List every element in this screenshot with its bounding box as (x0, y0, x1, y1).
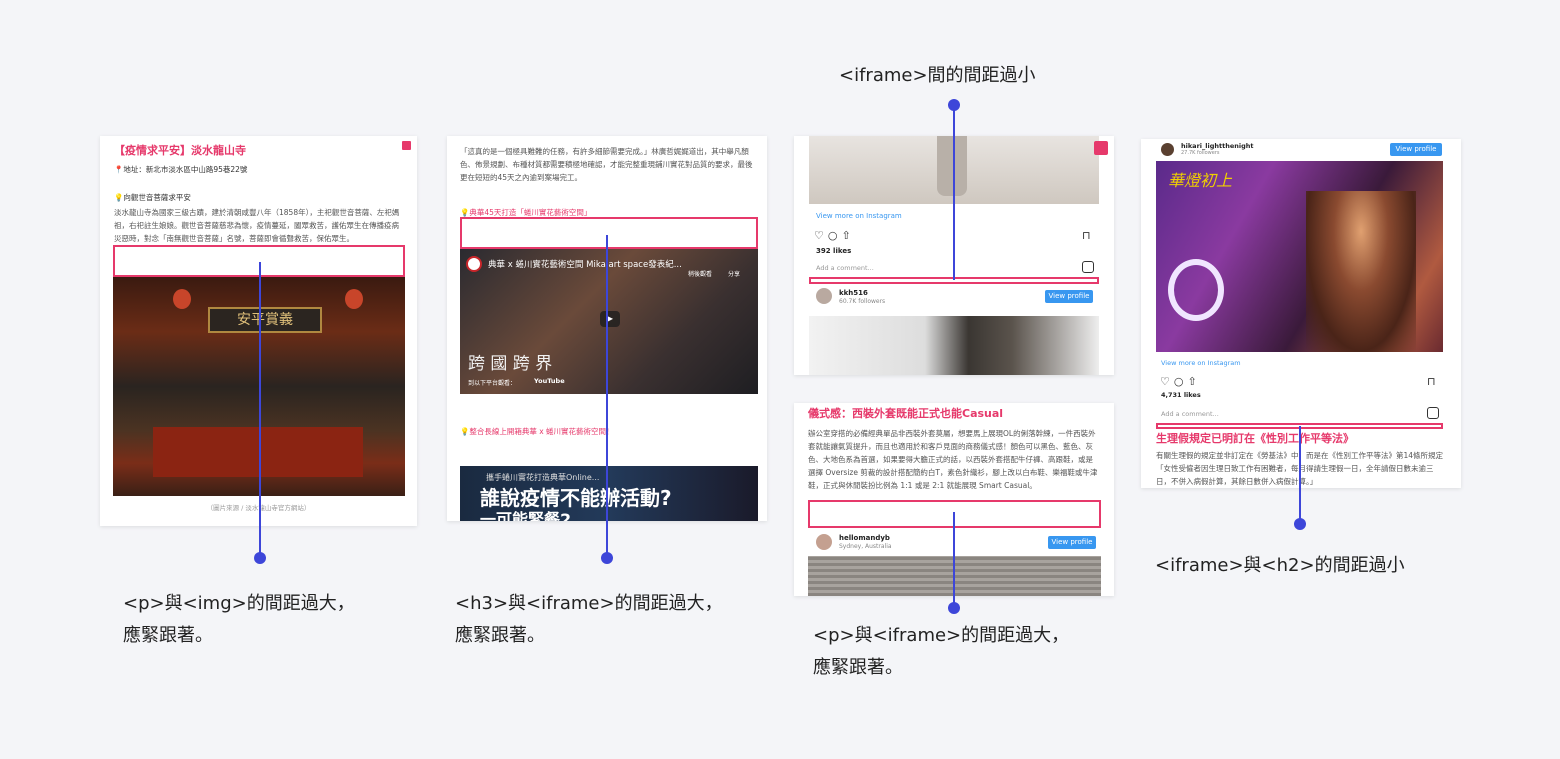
card2-video2-embed[interactable]: 攜手蜷川實花打造典華Online... 誰說疫情不能辦活動? 一可能緊餐2 (460, 466, 758, 521)
caption-p-img-gap: <p>與<img>的間距過大， 應緊跟著。 (123, 593, 355, 646)
card-hikari-instagram: hikari_lightthenight 27.7K followers Vie… (1141, 139, 1461, 488)
card3-add-comment[interactable]: Add a comment... (816, 264, 874, 272)
card2-video-overlay-text: 跨 國 跨 界 (468, 354, 553, 374)
card4-add-comment[interactable]: Add a comment... (1161, 410, 1219, 418)
youtube-logo[interactable]: YouTube (534, 377, 565, 385)
caption-iframe-h2-gap: <iframe>與<h2>的間距過小 (1155, 555, 1405, 576)
card1-paragraph: 淡水龍山寺為國家三級古蹟，建於清朝咸豐八年（1858年），主祀觀世音菩薩、左祀媽… (114, 208, 400, 243)
card2-video-title: 典華 x 蜷川實花藝術空間 Mika art space發表紀... (488, 260, 682, 270)
play-icon[interactable]: ▶ (600, 311, 620, 327)
card3-next-post-image (809, 316, 1099, 375)
card4-paragraph: 有關生理假的規定並非訂定在《勞基法》中，而是在《性別工作平等法》第14條所規定「… (1156, 451, 1444, 486)
caption-p-iframe-gap: <p>與<iframe>的間距過大， 應緊跟著。 (813, 625, 1070, 678)
card1-corner-badge (402, 141, 411, 150)
card4-username[interactable]: hikari_lightthenight (1181, 142, 1253, 150)
card4-poster-text: 華燈初上 (1168, 171, 1233, 190)
card3-view-more[interactable]: View more on Instagram (816, 212, 902, 220)
card3-username[interactable]: kkh516 (839, 289, 868, 297)
card4-action-icons[interactable]: ♡○⇧ (1160, 375, 1201, 388)
card2-watch-on: 到以下平台觀看： (468, 380, 517, 387)
card3b-location: Sydney, Australia (839, 543, 892, 550)
card1-address: 📍地址：新北市淡水區中山路95巷22號 (114, 165, 248, 174)
temple-plaque: 安平賞義 (208, 307, 322, 333)
card3-corner-badge (1094, 141, 1108, 155)
card4-woman-figure (1306, 191, 1416, 352)
connector-line-3-bottom (953, 512, 955, 608)
connector-dot-1 (254, 552, 266, 564)
card1-title: 【疫情求平安】淡水龍山寺 (114, 144, 246, 157)
card3b-view-profile-button[interactable]: View profile (1048, 536, 1096, 549)
connector-dot-2 (601, 552, 613, 564)
card3-action-icons[interactable]: ♡○⇧ (814, 229, 855, 242)
temple-altar (153, 427, 363, 477)
card4-followers: 27.7K followers (1181, 150, 1220, 156)
connector-line-3-top (953, 105, 955, 280)
card2-quote: 「這真的是一個極具難難的任務，有許多細節需要完成。」林廣哲娓娓道出，其中舉凡顏色… (460, 147, 753, 182)
card1-bullet: 💡向觀世音菩薩求平安 (114, 193, 191, 202)
card3-avatar (816, 288, 832, 304)
card4-view-profile-button[interactable]: View profile (1390, 143, 1442, 156)
card4-post-image: 華燈初上 (1156, 161, 1443, 352)
card3-followers: 60.7K followers (839, 298, 886, 305)
connector-line-4 (1299, 426, 1301, 524)
card4-avatar (1161, 143, 1174, 156)
card3b-avatar (816, 534, 832, 550)
card4-likes: 4,731 likes (1161, 391, 1201, 399)
connector-line-1 (259, 262, 261, 558)
card2-watch-later[interactable]: 稍後觀看 (688, 269, 712, 278)
instagram-icon[interactable] (1082, 261, 1094, 273)
temple-lantern-left (173, 289, 191, 309)
card2-video2-subtitle: 一可能緊餐2 (480, 510, 572, 521)
caption-h3-iframe-gap: <h3>與<iframe>的間距過大， 應緊跟著。 (455, 593, 723, 646)
card2-video-channel-avatar (466, 256, 482, 272)
card2-h3-second: 💡整合長線上開箱典華 x 蜷川實花藝術空間！ (460, 427, 614, 436)
card3b-username[interactable]: hellomandyb (839, 534, 890, 542)
connector-dot-4 (1294, 518, 1306, 530)
card2-video-embed[interactable]: 典華 x 蜷川實花藝術空間 Mika art space發表紀... 稍後觀看 … (460, 249, 758, 394)
card3b-heading: 儀式感：西裝外套既能正式也能Casual (808, 407, 1004, 420)
card4-instagram-icon[interactable] (1427, 407, 1439, 419)
temple-lantern-right (345, 289, 363, 309)
card2-share[interactable]: 分享 (728, 269, 740, 278)
card4-view-more[interactable]: View more on Instagram (1161, 359, 1241, 367)
card4-h2: 生理假規定已明訂在《性別工作平等法》 (1156, 432, 1354, 445)
card3-likes: 392 likes (816, 247, 852, 255)
connector-dot-3-bottom (948, 602, 960, 614)
bookmark-icon[interactable]: ⊓ (1082, 229, 1091, 242)
card3-post-figure (937, 136, 967, 196)
card4-bookmark-icon[interactable]: ⊓ (1427, 375, 1436, 388)
connector-line-2 (606, 235, 608, 558)
card2-gap-highlight (460, 217, 758, 249)
card4-ring-light (1168, 259, 1224, 321)
card3b-paragraph: 辦公室穿搭的必備經典單品非西裝外套莫屬，想要馬上展現OL的俐落幹練，一件西裝外套… (808, 429, 1098, 490)
card3-view-profile-button[interactable]: View profile (1045, 290, 1093, 303)
caption-iframe-iframe-gap: <iframe>間的間距過小 (839, 65, 1036, 86)
